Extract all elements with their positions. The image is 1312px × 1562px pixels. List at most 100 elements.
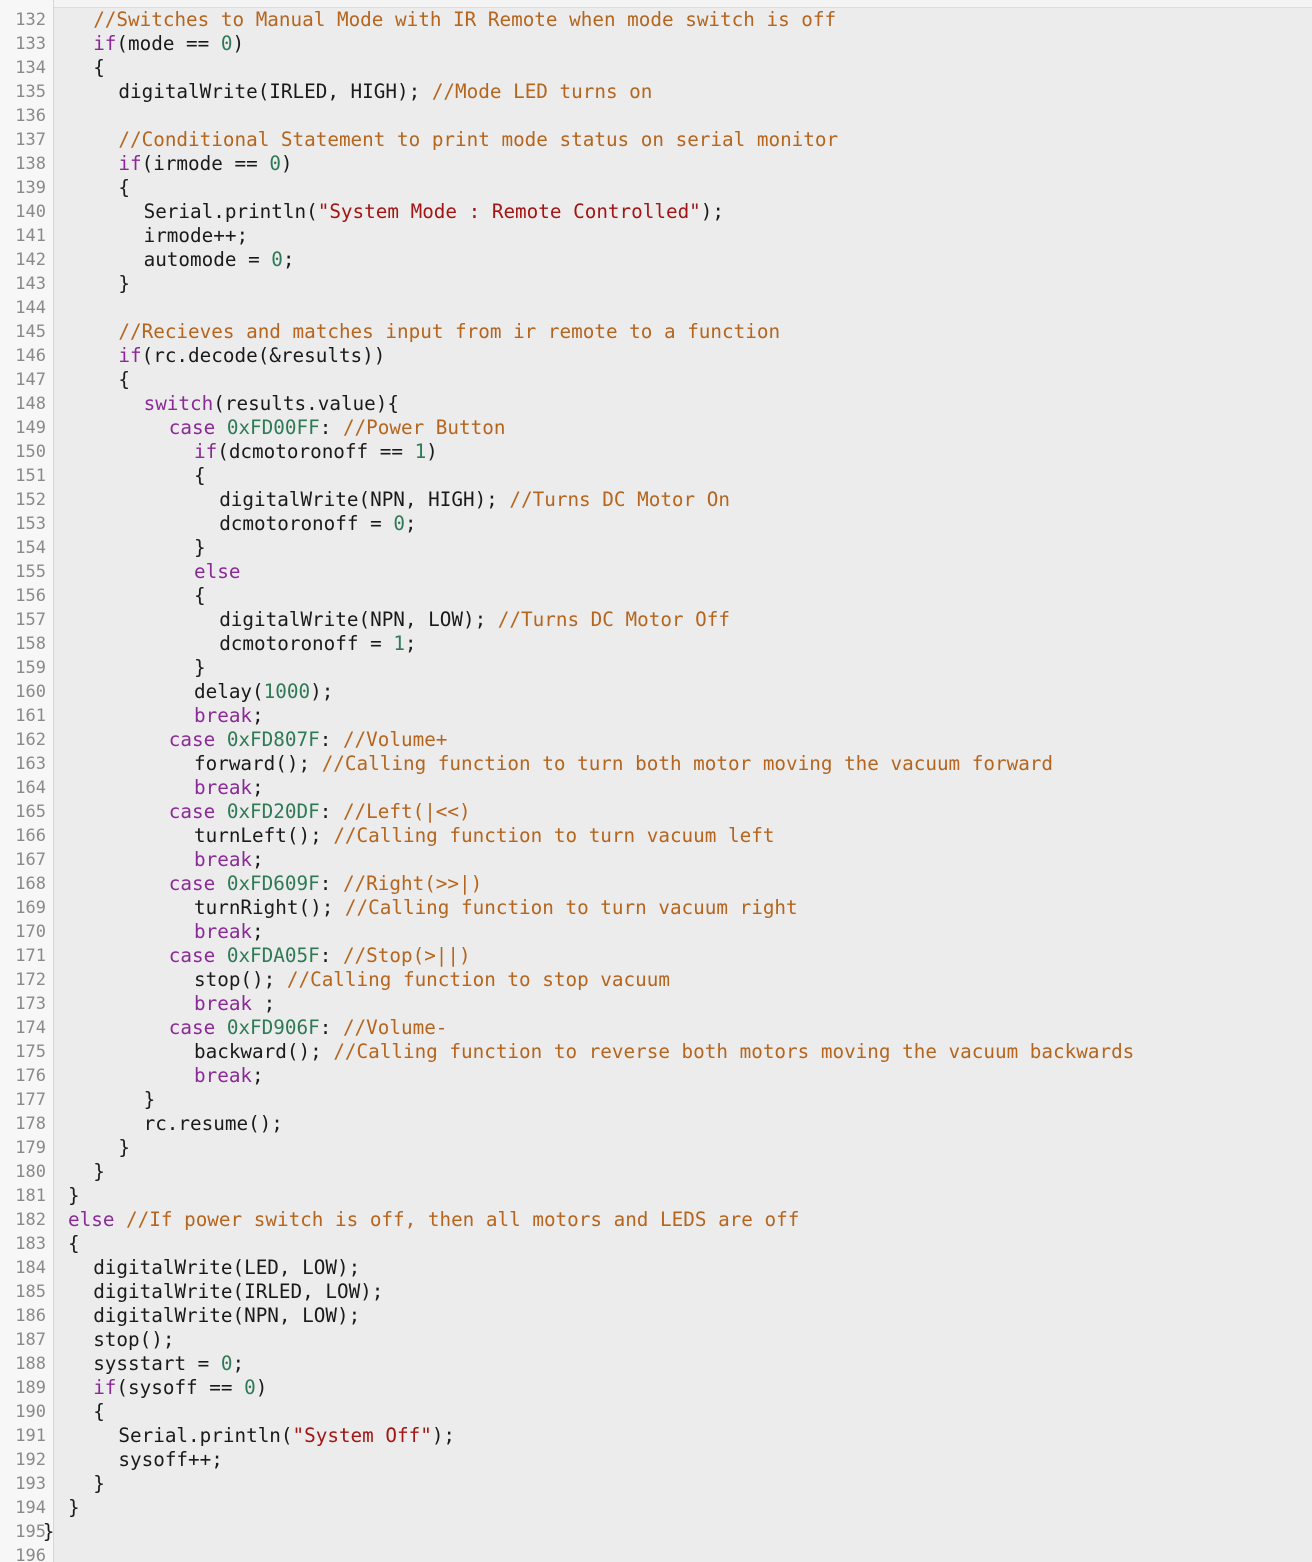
code-text[interactable]: stop(); [93, 1328, 174, 1352]
code-text[interactable]: case 0xFD906F: //Volume- [169, 1016, 448, 1040]
code-line[interactable]: 187 stop(); [0, 1328, 1312, 1352]
code-line[interactable]: 165 case 0xFD20DF: //Left(|<<) [0, 800, 1312, 824]
code-line[interactable]: 152 digitalWrite(NPN, HIGH); //Turns DC M… [0, 488, 1312, 512]
code-line[interactable]: 174 case 0xFD906F: //Volume- [0, 1016, 1312, 1040]
code-line[interactable]: 190 { [0, 1400, 1312, 1424]
code-text[interactable]: break; [194, 920, 264, 944]
code-line[interactable]: 145 //Recieves and matches input from ir … [0, 320, 1312, 344]
code-line[interactable]: 132 //Switches to Manual Mode with IR Rem… [0, 8, 1312, 32]
code-line[interactable]: 133 if(mode == 0) [0, 32, 1312, 56]
code-text[interactable]: irmode++; [144, 224, 248, 248]
code-editor[interactable]: 132 //Switches to Manual Mode with IR Rem… [0, 0, 1312, 1562]
code-text[interactable]: break; [194, 776, 264, 800]
code-line[interactable]: 141 irmode++; [0, 224, 1312, 248]
code-line[interactable]: 139 { [0, 176, 1312, 200]
code-line[interactable]: 176 break; [0, 1064, 1312, 1088]
code-line[interactable]: 166 turnLeft(); //Calling function to tur… [0, 824, 1312, 848]
code-text[interactable]: } [93, 1472, 105, 1496]
code-line[interactable]: 144 [0, 296, 1312, 320]
code-line[interactable]: 192 sysoff++; [0, 1448, 1312, 1472]
code-line[interactable]: 168 case 0xFD609F: //Right(>>|) [0, 872, 1312, 896]
code-text[interactable]: case 0xFD609F: //Right(>>|) [169, 872, 482, 896]
code-text[interactable]: turnRight(); //Calling function to turn … [194, 896, 798, 920]
code-text[interactable]: rc.resume(); [144, 1112, 283, 1136]
code-line[interactable]: 143} [0, 272, 1312, 296]
code-text[interactable]: break; [194, 848, 264, 872]
code-text[interactable]: case 0xFD807F: //Volume+ [169, 728, 448, 752]
code-text[interactable]: } [144, 1088, 156, 1112]
code-line[interactable]: 137 //Conditional Statement to print mode… [0, 128, 1312, 152]
code-line[interactable]: 167 break; [0, 848, 1312, 872]
code-line[interactable]: 180} [0, 1160, 1312, 1184]
code-text[interactable]: digitalWrite(LED, LOW); [93, 1256, 360, 1280]
code-line[interactable]: 177} [0, 1088, 1312, 1112]
code-line[interactable]: 136 [0, 104, 1312, 128]
code-text[interactable]: } [68, 1496, 80, 1520]
code-text[interactable]: } [118, 1136, 130, 1160]
code-text[interactable]: turnLeft(); //Calling function to turn v… [194, 824, 774, 848]
code-text[interactable]: { [93, 56, 105, 80]
code-text[interactable]: { [93, 1400, 105, 1424]
code-line[interactable]: 194} [0, 1496, 1312, 1520]
code-line[interactable]: 151 { [0, 464, 1312, 488]
code-text[interactable]: Serial.println("System Off"); [118, 1424, 455, 1448]
code-line[interactable]: 175 backward(); //Calling function to rev… [0, 1040, 1312, 1064]
code-text[interactable]: { [194, 584, 206, 608]
code-text[interactable]: } [118, 272, 130, 296]
code-line[interactable]: 140 Serial.println("System Mode : Remote … [0, 200, 1312, 224]
code-line[interactable]: 147 { [0, 368, 1312, 392]
code-line[interactable]: 157 digitalWrite(NPN, LOW); //Turns DC Mo… [0, 608, 1312, 632]
code-line[interactable]: 148 switch(results.value){ [0, 392, 1312, 416]
code-line[interactable]: 153 dcmotoronoff = 0; [0, 512, 1312, 536]
code-line[interactable]: 188 sysstart = 0; [0, 1352, 1312, 1376]
code-text[interactable]: case 0xFDA05F: //Stop(>||) [169, 944, 471, 968]
code-text[interactable]: sysoff++; [118, 1448, 222, 1472]
code-text[interactable]: break; [194, 704, 264, 728]
code-text[interactable]: sysstart = 0; [93, 1352, 244, 1376]
code-text[interactable]: break; [194, 1064, 264, 1088]
code-line[interactable]: 186 digitalWrite(NPN, LOW); [0, 1304, 1312, 1328]
code-text[interactable]: //Conditional Statement to print mode st… [118, 128, 838, 152]
code-line[interactable]: 162 case 0xFD807F: //Volume+ [0, 728, 1312, 752]
code-line[interactable]: 149 case 0xFD00FF: //Power Button [0, 416, 1312, 440]
code-text[interactable]: digitalWrite(NPN, LOW); //Turns DC Motor… [219, 608, 730, 632]
code-text[interactable]: backward(); //Calling function to revers… [194, 1040, 1134, 1064]
code-line[interactable]: 193} [0, 1472, 1312, 1496]
code-text[interactable]: digitalWrite(IRLED, LOW); [93, 1280, 383, 1304]
code-text[interactable]: //Switches to Manual Mode with IR Remote… [93, 8, 836, 32]
code-text[interactable]: digitalWrite(IRLED, HIGH); //Mode LED tu… [118, 80, 652, 104]
code-line[interactable]: 169 turnRight(); //Calling function to tu… [0, 896, 1312, 920]
code-line[interactable]: 182 else //If power switch is off, then a… [0, 1208, 1312, 1232]
code-line[interactable]: 163 forward(); //Calling function to turn… [0, 752, 1312, 776]
code-text[interactable]: digitalWrite(NPN, LOW); [93, 1304, 360, 1328]
code-line[interactable]: 138 if(irmode == 0) [0, 152, 1312, 176]
code-line[interactable]: 142 automode = 0; [0, 248, 1312, 272]
code-text[interactable]: if(sysoff == 0) [93, 1376, 267, 1400]
code-text[interactable]: { [118, 368, 130, 392]
code-text[interactable]: stop(); //Calling function to stop vacuu… [194, 968, 670, 992]
code-text[interactable]: dcmotoronoff = 1; [219, 632, 416, 656]
code-text[interactable]: else //If power switch is off, then all … [68, 1208, 799, 1232]
code-text[interactable]: if(dcmotoronoff == 1) [194, 440, 438, 464]
code-line[interactable]: 156 { [0, 584, 1312, 608]
code-text[interactable]: if(mode == 0) [93, 32, 244, 56]
code-text[interactable]: else [194, 560, 240, 584]
code-line[interactable]: 161 break; [0, 704, 1312, 728]
code-line[interactable]: 146 if(rc.decode(&results)) [0, 344, 1312, 368]
code-text[interactable]: } [93, 1160, 105, 1184]
code-line[interactable]: 164 break; [0, 776, 1312, 800]
code-text[interactable]: dcmotoronoff = 0; [219, 512, 416, 536]
code-line[interactable]: 160 delay(1000); [0, 680, 1312, 704]
code-text[interactable]: } [194, 656, 206, 680]
code-text[interactable]: case 0xFD20DF: //Left(|<<) [169, 800, 471, 824]
code-text[interactable]: { [194, 464, 206, 488]
code-line[interactable]: 170 break; [0, 920, 1312, 944]
code-text[interactable]: { [68, 1232, 80, 1256]
code-line[interactable]: 134 { [0, 56, 1312, 80]
code-text[interactable]: case 0xFD00FF: //Power Button [169, 416, 506, 440]
code-line[interactable]: 183 { [0, 1232, 1312, 1256]
code-line[interactable]: 181} [0, 1184, 1312, 1208]
code-line[interactable]: 159} [0, 656, 1312, 680]
code-text[interactable]: Serial.println("System Mode : Remote Con… [144, 200, 724, 224]
code-text[interactable]: if(irmode == 0) [118, 152, 292, 176]
